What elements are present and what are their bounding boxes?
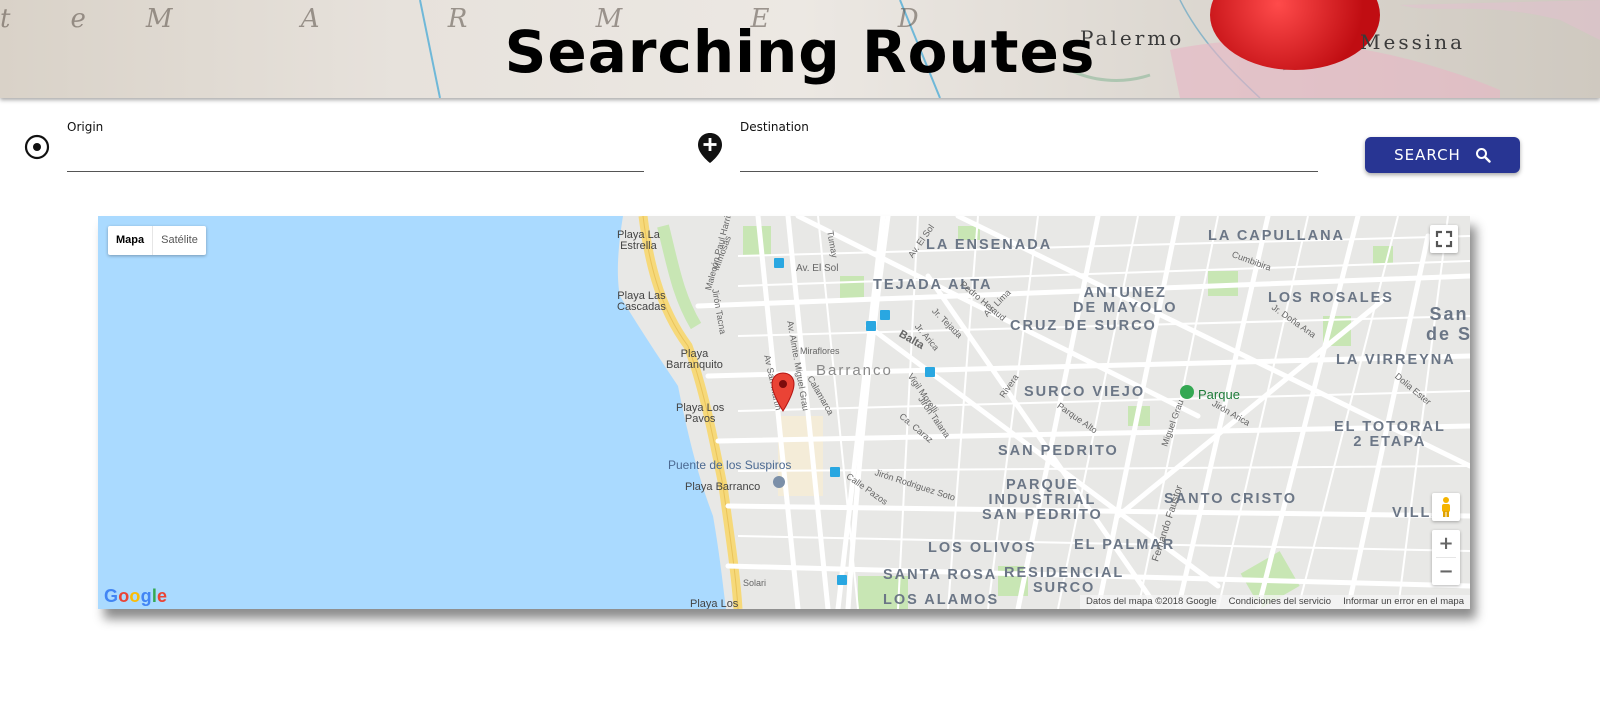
search-icon — [1475, 148, 1491, 163]
map-label-district: LA VIRREYNA — [1336, 352, 1456, 368]
map-type-satellite-button[interactable]: Satélite — [153, 226, 206, 255]
destination-field: Destination — [740, 120, 1318, 172]
map-label-district: LA ENSENADA — [926, 237, 1053, 253]
my-location-icon — [24, 134, 50, 160]
map-label-beach: Playa Los — [690, 598, 739, 610]
park-marker-icon — [1180, 385, 1194, 399]
destination-input[interactable] — [740, 140, 1318, 172]
map-label-street: Av. El Sol — [796, 263, 839, 274]
search-button[interactable]: SEARCH — [1365, 137, 1520, 173]
map-label-district: RESIDENCIAL SURCO — [1004, 565, 1125, 596]
map-marker-icon[interactable] — [771, 372, 795, 412]
add-location-icon — [698, 133, 722, 163]
report-error-link[interactable]: Informar un error en el mapa — [1337, 595, 1470, 609]
map-label-beach: Playa Las Cascadas — [617, 290, 666, 313]
destination-label: Destination — [740, 120, 809, 134]
page-title: Searching Routes — [504, 18, 1096, 86]
zoom-in-button[interactable]: + — [1432, 530, 1460, 557]
terms-link[interactable]: Condiciones del servicio — [1223, 595, 1337, 609]
landmark-marker-icon — [773, 476, 785, 488]
map-label-district: LOS ROSALES — [1268, 290, 1394, 306]
map-label-district: LA CAPULLANA — [1208, 228, 1346, 244]
map-label-district: ANTUNEZ DE MAYOLO — [1073, 285, 1178, 316]
map-label-beach: Playa Barranco — [685, 481, 761, 493]
fullscreen-icon — [1435, 230, 1453, 248]
zoom-control: + − — [1432, 530, 1460, 585]
origin-input[interactable] — [67, 140, 644, 172]
map-attribution: Datos del mapa ©2018 Google Condiciones … — [1080, 595, 1470, 609]
map-label-district: SANTO CRISTO — [1164, 491, 1298, 507]
map-type-map-button[interactable]: Mapa — [108, 226, 154, 255]
origin-label: Origin — [67, 120, 104, 134]
map-type-control: Mapa Satélite — [108, 226, 206, 255]
map-label-beach: Playa La Estrella — [617, 229, 660, 252]
pegman-icon — [1442, 497, 1450, 517]
map-label-district: San de S — [1426, 304, 1470, 344]
attribution-data: Datos del mapa ©2018 Google — [1086, 596, 1217, 607]
map-label-district: LOS ALAMOS — [883, 592, 1000, 608]
origin-field: Origin — [67, 120, 644, 172]
search-button-label: SEARCH — [1394, 146, 1461, 164]
map-label-district: LOS OLIVOS — [928, 540, 1037, 556]
header-banner: teM A R M E D Palermo Messina Searching … — [0, 0, 1600, 98]
map-label-street: Miraflores — [800, 346, 840, 356]
map-label-district: CRUZ DE SURCO — [1010, 318, 1157, 334]
fullscreen-button[interactable] — [1430, 225, 1458, 253]
street-view-button[interactable] — [1432, 493, 1460, 521]
map[interactable]: LA ENSENADA TEJADA ALTA ANTUNEZ DE MAYOL… — [98, 216, 1470, 609]
map-label-barranco: Barranco — [816, 362, 893, 379]
google-logo: Google — [104, 586, 168, 606]
zoom-out-button[interactable]: − — [1432, 558, 1460, 585]
map-label-street: Solari — [743, 578, 767, 588]
map-label-district: PARQUE INDUSTRIAL SAN PEDRITO — [982, 477, 1103, 523]
map-label-beach: Playa Barranquito — [666, 348, 723, 371]
map-label-district: SAN PEDRITO — [998, 443, 1119, 459]
map-label-district: SANTA ROSA — [883, 567, 998, 583]
map-label-beach: Playa Los Pavos — [676, 402, 725, 425]
map-label-district: EL TOTORAL 2 ETAPA — [1334, 419, 1446, 450]
map-canvas[interactable] — [98, 216, 1470, 609]
map-label-suspiros: Puente de los Suspiros — [668, 458, 792, 472]
map-label-district: SURCO VIEJO — [1024, 384, 1146, 400]
map-label-parque: Parque — [1198, 387, 1240, 402]
